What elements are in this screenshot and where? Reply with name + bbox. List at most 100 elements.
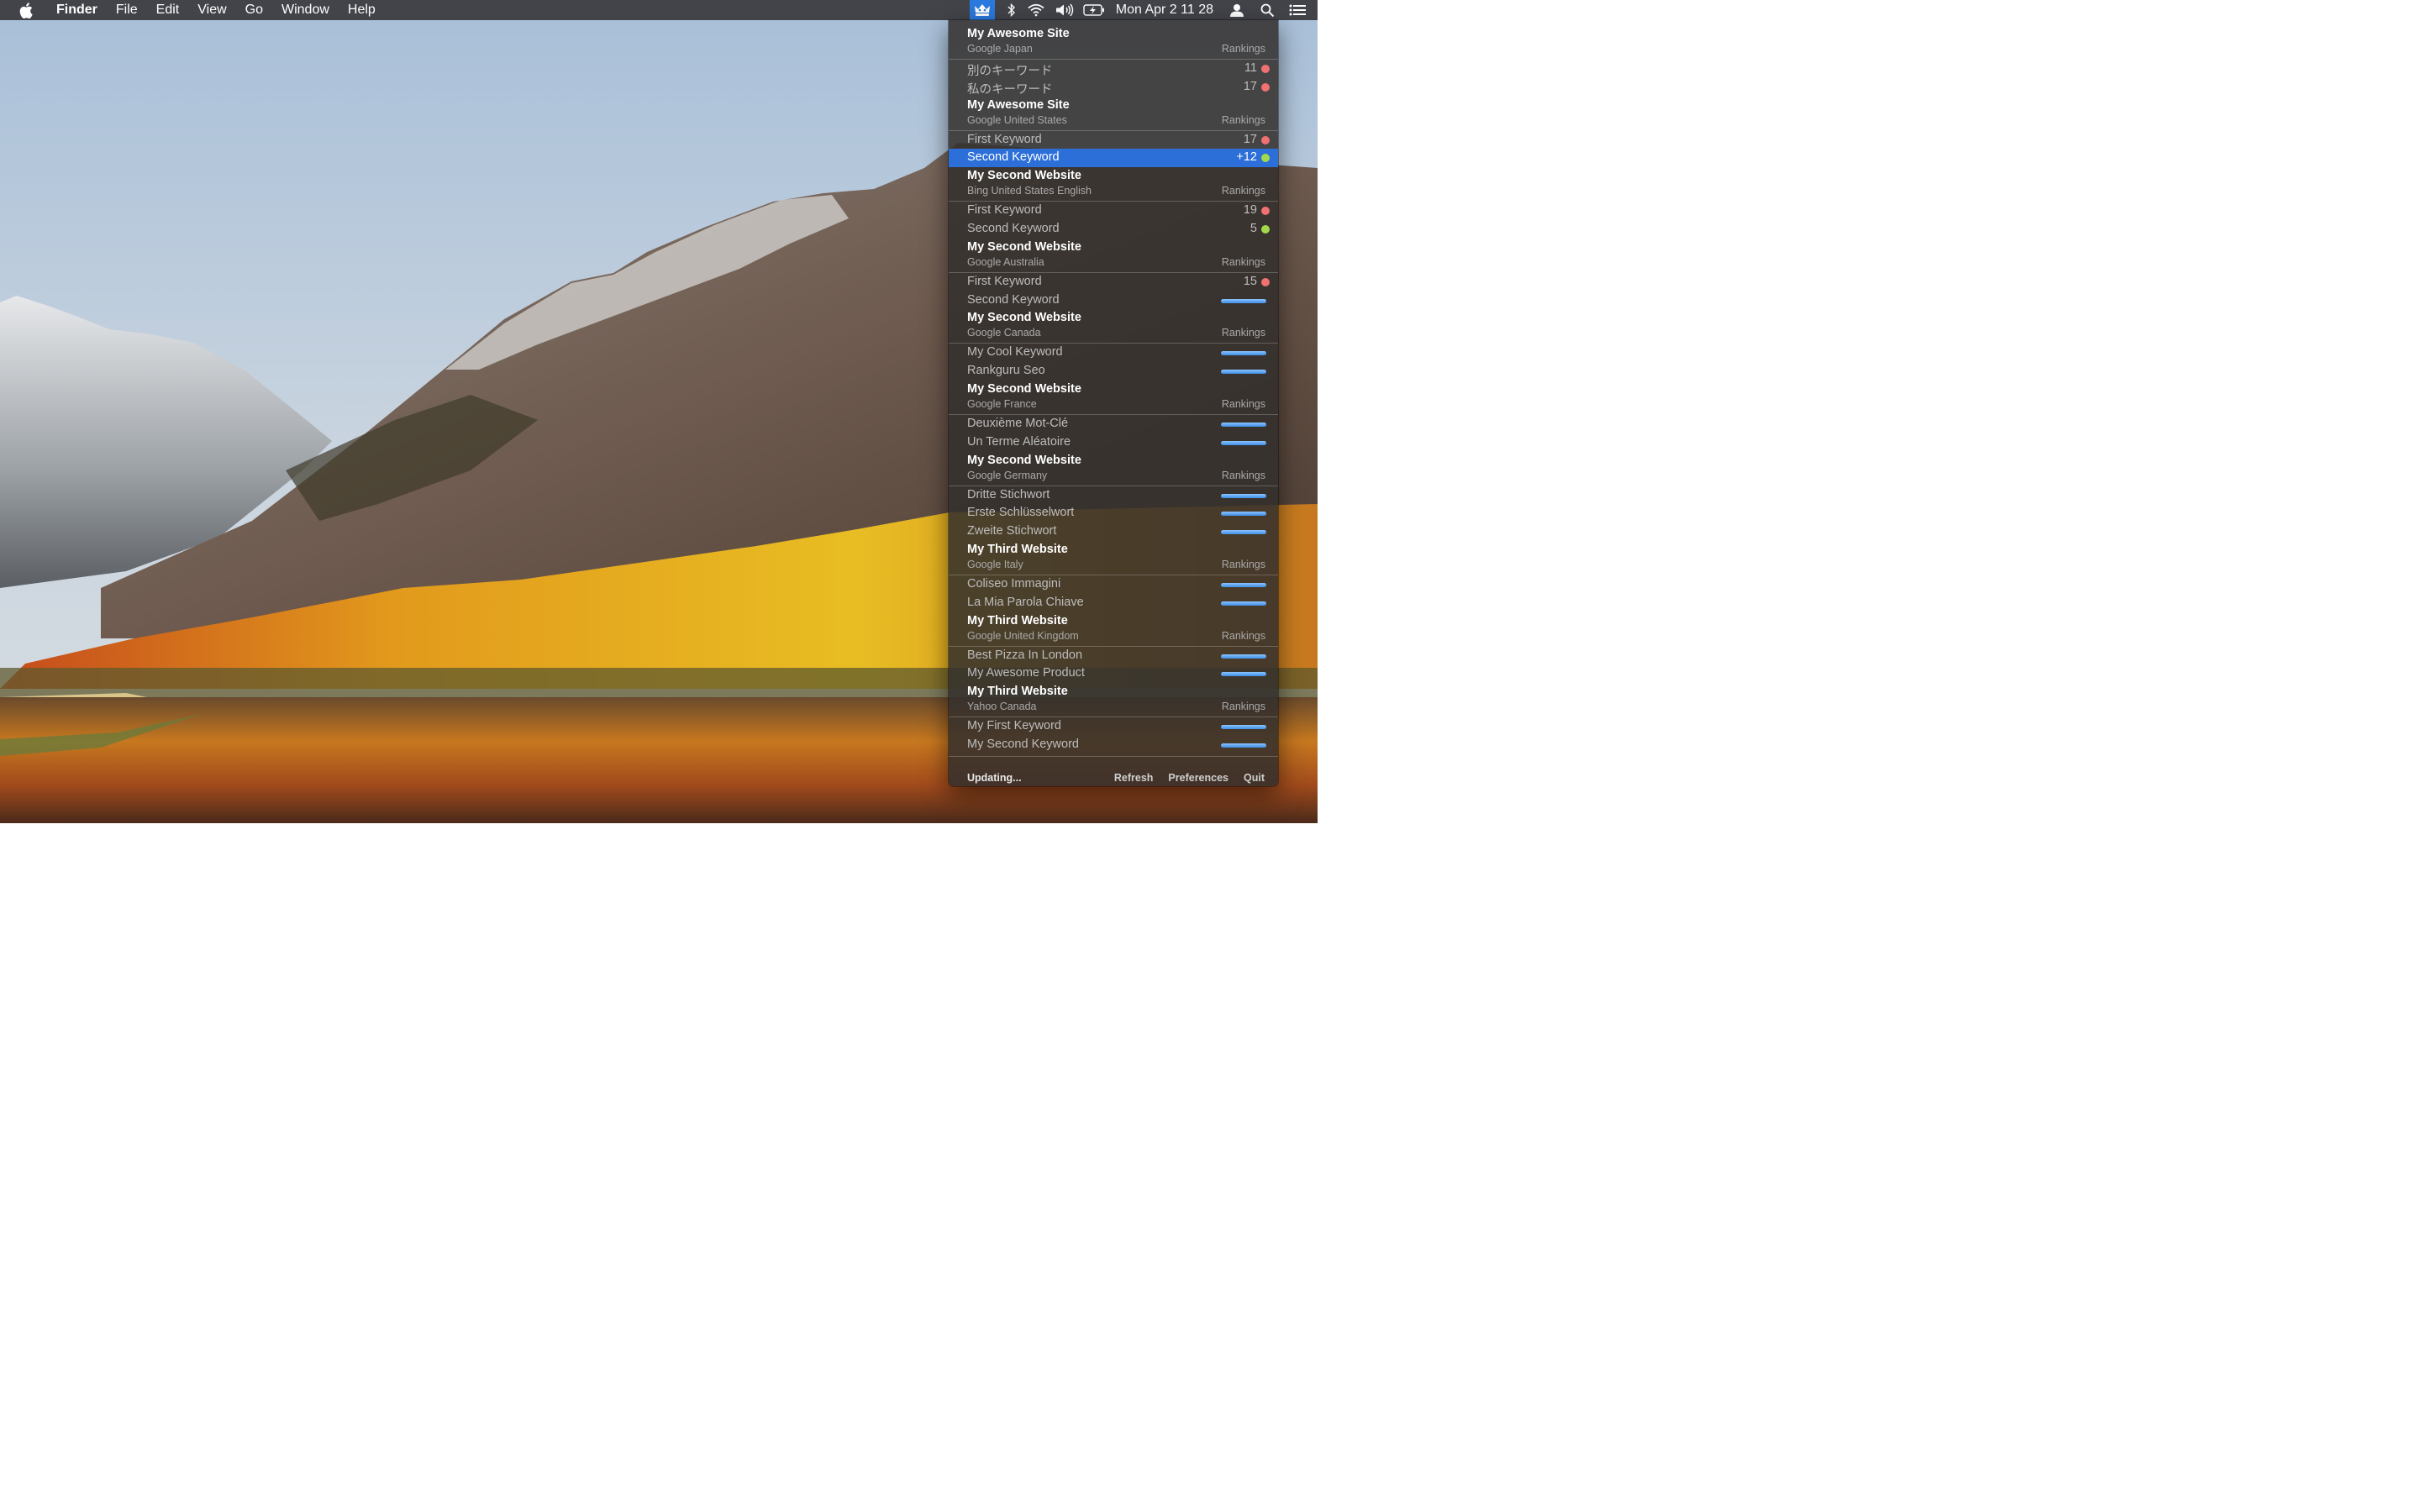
keyword-row[interactable]: First Keyword 17: [949, 131, 1278, 150]
quit-button[interactable]: Quit: [1244, 772, 1265, 784]
window-menu[interactable]: Window: [272, 0, 339, 20]
notification-center-icon[interactable]: [1282, 0, 1313, 20]
loading-progress-bar: [1221, 298, 1266, 303]
keyword-row[interactable]: First Keyword 19: [949, 202, 1278, 220]
site-group: My Second Website Google Germany Ranking…: [949, 452, 1278, 541]
rank-down-indicator-icon: [1261, 65, 1270, 73]
keyword-row[interactable]: Second Keyword: [949, 291, 1278, 310]
view-menu[interactable]: View: [188, 0, 235, 20]
search-engine-label: Google Japan: [967, 43, 1033, 55]
keyword-rank: 17: [1243, 132, 1257, 146]
keyword-row[interactable]: Zweite Stichwort: [949, 522, 1278, 541]
rankings-dropdown-menu: My Awesome Site Google Japan Rankings 別の…: [949, 20, 1278, 786]
site-group: My Awesome Site Google United States Ran…: [949, 97, 1278, 168]
keyword-name: My Second Keyword: [967, 737, 1079, 751]
rankings-column-label: Rankings: [1221, 397, 1265, 410]
rankings-column-label: Rankings: [1221, 469, 1265, 481]
bluetooth-icon[interactable]: [1002, 0, 1022, 20]
search-engine-label: Google Germany: [967, 469, 1048, 481]
rank-up-indicator-icon: [1261, 154, 1270, 163]
site-group: My Second Website Google France Rankings…: [949, 381, 1278, 452]
keyword-name: Rankguru Seo: [967, 364, 1045, 378]
keyword-rank: 15: [1243, 274, 1257, 288]
site-header: My Third Website Yahoo Canada Rankings: [949, 683, 1278, 718]
search-engine-label: Google United States: [967, 113, 1067, 126]
search-engine-label: Google Italy: [967, 558, 1023, 570]
keyword-rank: 17: [1243, 79, 1257, 93]
keyword-rank: 11: [1244, 61, 1257, 75]
refresh-button[interactable]: Refresh: [1114, 772, 1154, 784]
keyword-name: 私のキーワード: [967, 82, 1053, 97]
site-group: My Second Website Google Australia Ranki…: [949, 239, 1278, 310]
keyword-row[interactable]: Second Keyword +12: [949, 149, 1278, 168]
edit-menu[interactable]: Edit: [147, 0, 189, 20]
battery-charging-icon[interactable]: [1079, 0, 1109, 20]
volume-icon[interactable]: [1050, 0, 1079, 20]
rank-down-indicator-icon: [1261, 277, 1270, 286]
keyword-row[interactable]: Dritte Stichwort: [949, 486, 1278, 505]
keyword-row[interactable]: Erste Schlüsselwort: [949, 504, 1278, 522]
keyword-name: Zweite Stichwort: [967, 524, 1057, 538]
keyword-name: Second Keyword: [967, 292, 1060, 307]
app-name-menu[interactable]: Finder: [50, 0, 107, 20]
keyword-row[interactable]: Rankguru Seo: [949, 362, 1278, 381]
go-menu[interactable]: Go: [236, 0, 272, 20]
help-menu[interactable]: Help: [339, 0, 385, 20]
keyword-row[interactable]: 私のキーワード 17: [949, 78, 1278, 97]
site-group: My Second Website Google Canada Rankings…: [949, 309, 1278, 381]
rankings-column-label: Rankings: [1221, 558, 1265, 570]
site-name: My Third Website: [967, 685, 1068, 699]
rankings-column-label: Rankings: [1221, 629, 1265, 642]
status-area: Mon Apr 2 11 28: [969, 0, 1318, 20]
preferences-button[interactable]: Preferences: [1168, 772, 1228, 784]
site-header: My Third Website Google United Kingdom R…: [949, 612, 1278, 647]
keyword-row[interactable]: My First Keyword: [949, 717, 1278, 736]
loading-progress-bar: [1221, 725, 1266, 730]
keyword-name: My Cool Keyword: [967, 345, 1063, 360]
keyword-name: Best Pizza In London: [967, 648, 1083, 662]
keyword-row[interactable]: Second Keyword 5: [949, 220, 1278, 239]
loading-progress-bar: [1221, 743, 1266, 748]
search-engine-label: Bing United States English: [967, 185, 1092, 197]
keyword-name: Second Keyword: [967, 150, 1060, 165]
keyword-row[interactable]: 別のキーワード 11: [949, 60, 1278, 78]
site-group: My Third Website Google Italy Rankings C…: [949, 541, 1278, 612]
keyword-row[interactable]: Coliseo Immagini: [949, 575, 1278, 594]
keyword-row[interactable]: My Awesome Product: [949, 664, 1278, 683]
site-header: My Second Website Bing United States Eng…: [949, 167, 1278, 202]
search-engine-label: Google France: [967, 397, 1037, 410]
rankings-column-label: Rankings: [1221, 185, 1265, 197]
spotlight-search-icon[interactable]: [1252, 0, 1282, 20]
apple-menu-icon[interactable]: [18, 2, 34, 18]
rankguru-icon[interactable]: [969, 0, 995, 20]
keyword-row[interactable]: Deuxième Mot-Clé: [949, 415, 1278, 433]
keyword-row[interactable]: Best Pizza In London: [949, 647, 1278, 665]
search-engine-label: Google Australia: [967, 255, 1044, 268]
rankings-column-label: Rankings: [1221, 255, 1265, 268]
loading-progress-bar: [1221, 601, 1266, 606]
search-engine-label: Google United Kingdom: [967, 629, 1079, 642]
site-header: My Second Website Google Canada Rankings: [949, 309, 1278, 344]
menu-bar-clock[interactable]: Mon Apr 2 11 28: [1116, 3, 1213, 18]
footer-actions: Refresh Preferences Quit: [1114, 772, 1265, 784]
keyword-name: Un Terme Aléatoire: [967, 434, 1071, 449]
site-group: My Awesome Site Google Japan Rankings 別の…: [949, 25, 1278, 97]
keyword-row[interactable]: My Cool Keyword: [949, 344, 1278, 362]
rank-down-indicator-icon: [1261, 135, 1270, 144]
keyword-row[interactable]: First Keyword 15: [949, 273, 1278, 291]
loading-progress-bar: [1221, 351, 1266, 356]
keyword-row[interactable]: My Second Keyword: [949, 736, 1278, 754]
keyword-name: Coliseo Immagini: [967, 576, 1061, 591]
site-header: My Second Website Google Australia Ranki…: [949, 239, 1278, 273]
rankings-column-label: Rankings: [1221, 327, 1265, 339]
site-group: My Second Website Bing United States Eng…: [949, 167, 1278, 239]
rankings-column-label: Rankings: [1221, 113, 1265, 126]
wifi-icon[interactable]: [1022, 0, 1050, 20]
keyword-row[interactable]: La Mia Parola Chiave: [949, 594, 1278, 612]
file-menu[interactable]: File: [107, 0, 147, 20]
search-engine-label: Google Canada: [967, 327, 1041, 339]
keyword-row[interactable]: Un Terme Aléatoire: [949, 433, 1278, 452]
user-icon[interactable]: [1222, 0, 1252, 20]
site-header: My Awesome Site Google Japan Rankings: [949, 25, 1278, 60]
site-name: My Second Website: [967, 311, 1081, 325]
